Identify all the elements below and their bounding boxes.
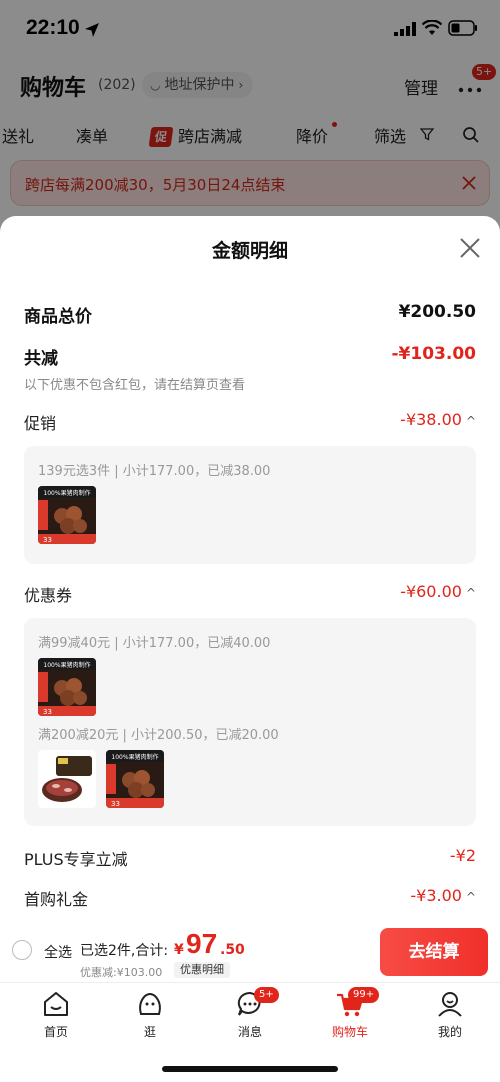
coupon-detail-1: 满99减40元 | 小计177.00，已减40.00 xyxy=(38,636,271,651)
chevron-up-icon: ^ xyxy=(465,414,476,428)
promotion-value: -¥38.00 xyxy=(400,410,462,429)
selected-summary: 已选2件,合计: xyxy=(80,943,169,959)
coupon-label: 优惠券 xyxy=(24,586,73,605)
product-thumb-text: 100%果猪肉制作 xyxy=(43,661,90,669)
checkout-button[interactable]: 去结算 xyxy=(380,928,488,976)
checkout-bar: 全选 已选2件,合计: ¥ 97 .50 优惠减:¥103.00 优惠明细 去结… xyxy=(0,916,500,982)
tab-label: 购物车 xyxy=(331,1025,368,1039)
chevron-up-icon: ^ xyxy=(465,586,476,600)
total-price-integer: 97 xyxy=(186,928,218,959)
promotion-value-wrap: -¥38.00 ^ xyxy=(400,410,476,429)
product-thumbnail-sausage[interactable] xyxy=(38,750,96,808)
total-discount-value: -¥103.00 xyxy=(391,344,477,364)
product-thumb-tag: 33 xyxy=(43,708,52,716)
promotion-row[interactable]: 促销 -¥38.00 ^ xyxy=(24,410,476,433)
select-all-checkbox[interactable] xyxy=(12,940,32,960)
first-purchase-row[interactable]: 首购礼金 -¥3.00 ^ xyxy=(24,886,476,909)
tab-browse[interactable]: 逛 xyxy=(110,989,190,1040)
amount-detail-sheet: 金额明细 商品总价 ¥200.50 共减 -¥103.00 以下优惠不包含红包，… xyxy=(0,216,500,930)
tab-label: 我的 xyxy=(437,1025,462,1039)
profile-icon xyxy=(438,992,462,1017)
select-all-label[interactable]: 全选 xyxy=(44,942,72,962)
product-thumb-tag: 33 xyxy=(111,800,120,808)
product-image: 100%果猪肉制作 33 xyxy=(106,750,164,808)
first-purchase-value-wrap: -¥3.00 ^ xyxy=(410,886,476,905)
plus-discount-label: PLUS专享立减 xyxy=(24,850,128,869)
plus-discount-value: -¥2 xyxy=(449,846,476,865)
tab-profile[interactable]: 我的 xyxy=(410,989,490,1040)
tab-label: 消息 xyxy=(237,1025,262,1039)
sheet-title: 金额明细 xyxy=(211,240,288,262)
chevron-up-icon: ^ xyxy=(465,890,476,904)
coupon-detail-box: 满99减40元 | 小计177.00，已减40.00 100%果猪肉制作 33 … xyxy=(24,618,476,826)
product-thumbnail[interactable]: 100%果猪肉制作 33 xyxy=(38,486,96,544)
tab-label: 首页 xyxy=(43,1025,68,1039)
coupon-value: -¥60.00 xyxy=(400,582,462,601)
amount-detail-body: 商品总价 ¥200.50 共减 -¥103.00 以下优惠不包含红包，请在结算页… xyxy=(10,282,490,930)
total-price-decimal: .50 xyxy=(220,942,245,958)
promotion-label: 促销 xyxy=(24,414,57,433)
total-discount-label: 共减 xyxy=(24,349,58,369)
product-image: 100%果猪肉制作 33 xyxy=(38,486,96,544)
total-currency: ¥ xyxy=(174,942,184,958)
coupon-row[interactable]: 优惠券 -¥60.00 ^ xyxy=(24,582,476,605)
plus-discount-row: PLUS专享立减 -¥2 xyxy=(24,846,476,869)
discount-detail-button[interactable]: 优惠明细 xyxy=(174,962,230,978)
home-icon xyxy=(44,992,68,1016)
discount-note: 以下优惠不包含红包，请在结算页查看 xyxy=(24,378,246,393)
tab-home[interactable]: 首页 xyxy=(16,989,96,1040)
browse-icon xyxy=(139,993,161,1015)
first-purchase-value: -¥3.00 xyxy=(410,886,462,905)
tab-messages[interactable]: 5+ 消息 xyxy=(210,987,290,1040)
home-indicator[interactable] xyxy=(162,1066,338,1072)
product-thumb-text: 100%果猪肉制作 xyxy=(111,753,158,761)
goods-total-value: ¥200.50 xyxy=(398,302,476,322)
goods-total-row: 商品总价 ¥200.50 xyxy=(24,302,476,327)
close-icon[interactable] xyxy=(456,234,484,262)
tab-cart[interactable]: 99+ 购物车 xyxy=(310,987,390,1040)
total-discount-row: 共减 -¥103.00 xyxy=(24,344,477,369)
product-image: 100%果猪肉制作 33 xyxy=(38,658,96,716)
coupon-detail-2: 满200减20元 | 小计200.50，已减20.00 xyxy=(38,728,279,743)
message-badge: 5+ xyxy=(254,987,279,1003)
first-purchase-label: 首购礼金 xyxy=(24,890,89,909)
promotion-detail: 139元选3件 | 小计177.00，已减38.00 xyxy=(38,464,271,479)
product-thumb-text: 100%果猪肉制作 xyxy=(43,489,90,497)
product-thumbnail[interactable]: 100%果猪肉制作 33 xyxy=(38,658,96,716)
product-thumbnail[interactable]: 100%果猪肉制作 33 xyxy=(106,750,164,808)
product-thumb-tag: 33 xyxy=(43,536,52,544)
cart-badge: 99+ xyxy=(348,987,380,1003)
product-image xyxy=(38,750,96,808)
goods-total-label: 商品总价 xyxy=(24,307,92,327)
promotion-detail-box: 139元选3件 | 小计177.00，已减38.00 100%果猪肉制作 33 xyxy=(24,446,476,564)
coupon-value-wrap: -¥60.00 ^ xyxy=(400,582,476,601)
tab-label: 逛 xyxy=(143,1025,156,1039)
discount-amount: 优惠减:¥103.00 xyxy=(80,966,163,979)
